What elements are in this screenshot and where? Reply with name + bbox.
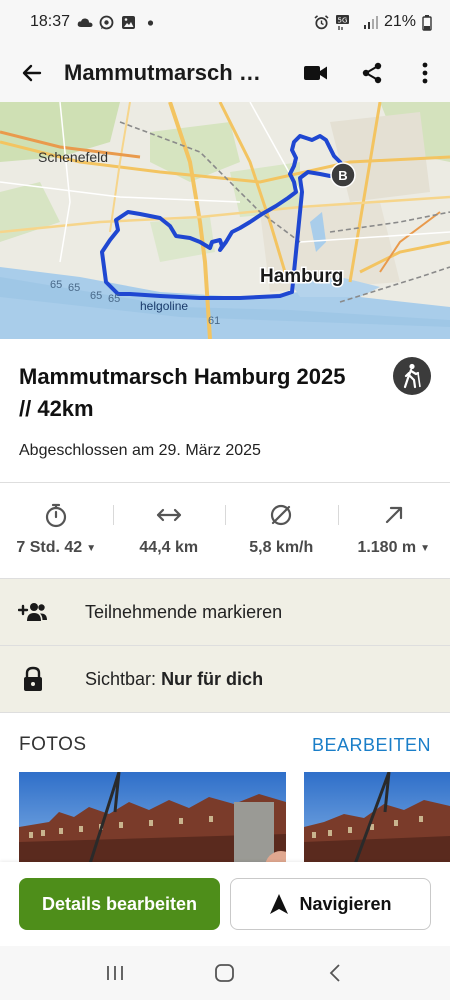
back-arrow-icon xyxy=(22,64,42,82)
chevron-left-icon xyxy=(329,964,340,982)
recent-apps-button[interactable] xyxy=(85,953,145,993)
photo-thumbnail[interactable] xyxy=(304,772,450,872)
map-label-road-65: 65 xyxy=(68,282,80,294)
system-nav-bar xyxy=(0,946,450,1000)
map-label-helgoline: helgoline xyxy=(140,299,188,313)
map-label-road-65: 65 xyxy=(108,293,120,305)
visibility-row[interactable]: Sichtbar: Nur für dich xyxy=(0,646,450,712)
battery-percentage: 21% xyxy=(383,13,416,30)
stat-speed: 5,8 km/h xyxy=(225,483,338,578)
cloud-icon xyxy=(77,15,93,30)
dropdown-caret-icon: ▼ xyxy=(86,542,97,554)
dropdown-caret-icon: ▼ xyxy=(420,542,431,554)
navigate-button[interactable]: Navigieren xyxy=(230,878,431,930)
battery-icon xyxy=(422,14,432,31)
more-options-button[interactable] xyxy=(400,44,450,102)
map-label-hamburg: Hamburg xyxy=(260,266,343,287)
home-icon xyxy=(215,964,234,982)
distance-icon xyxy=(155,501,183,529)
add-person-icon xyxy=(0,601,85,623)
photo-thumbnail[interactable] xyxy=(19,772,286,872)
status-bar: 18:37 5G 21% xyxy=(0,0,450,44)
map-label-road-65: 65 xyxy=(90,290,102,302)
stat-elevation[interactable]: 1.180 m ▼ xyxy=(337,483,450,578)
visibility-value: Nur für dich xyxy=(161,668,264,689)
alarm-icon xyxy=(314,14,329,30)
navigation-arrow-icon xyxy=(270,894,289,914)
gallery-icon xyxy=(121,15,136,30)
whatsapp-icon xyxy=(99,15,114,30)
recent-apps-icon xyxy=(107,966,123,980)
app-bar: Mammutmarsch Hamburg 2025 // 42km xyxy=(0,44,450,102)
photos-header: FOTOS BEARBEITEN xyxy=(19,734,431,756)
lock-icon xyxy=(0,666,85,692)
route-map[interactable]: B Schenefeld Hamburg helgoline 65 65 65 … xyxy=(0,102,450,339)
tag-participants-row[interactable]: Teilnehmende markieren xyxy=(0,579,450,645)
status-time: 18:37 xyxy=(30,13,71,30)
stopwatch-icon xyxy=(43,501,69,529)
tag-participants-label: Teilnehmende markieren xyxy=(85,601,283,622)
more-vert-icon xyxy=(422,62,428,84)
stat-duration[interactable]: 7 Std. 42 ▼ xyxy=(0,483,113,578)
elevation-up-icon xyxy=(381,501,407,529)
stat-speed-value: 5,8 km/h xyxy=(249,539,314,556)
divider xyxy=(0,712,450,713)
stat-elevation-value: 1.180 m xyxy=(357,539,417,556)
tour-stats: 7 Std. 42 ▼ 44,4 km 5,8 km/h 1.180 m ▼ xyxy=(0,483,450,578)
stat-distance: 44,4 km xyxy=(112,483,226,578)
page-title: Mammutmarsch Hamburg 2025 // 42km xyxy=(64,60,264,85)
visibility-label: Sichtbar: xyxy=(85,668,157,689)
video-button[interactable] xyxy=(288,44,344,102)
map-label-road-61: 61 xyxy=(208,315,220,327)
bottom-action-bar: Details bearbeiten Navigieren xyxy=(0,862,450,946)
edit-details-button[interactable]: Details bearbeiten xyxy=(19,878,220,930)
tour-title: Mammutmarsch Hamburg 2025 // 42km xyxy=(19,364,346,421)
map-label-road-65: 65 xyxy=(50,279,62,291)
back-button[interactable] xyxy=(0,44,64,102)
hiking-icon[interactable] xyxy=(393,357,431,395)
tour-header: Mammutmarsch Hamburg 2025 // 42km Abgesc… xyxy=(0,339,450,482)
dot-icon xyxy=(143,15,158,30)
system-back-button[interactable] xyxy=(305,953,365,993)
stat-distance-value: 44,4 km xyxy=(139,539,199,556)
average-speed-icon xyxy=(268,501,294,529)
map-label-schenefeld: Schenefeld xyxy=(38,149,108,165)
share-icon xyxy=(362,62,382,84)
map-marker-b[interactable]: B xyxy=(338,168,347,183)
photos-edit-button[interactable]: BEARBEITEN xyxy=(312,735,431,756)
navigate-button-label: Navigieren xyxy=(299,893,392,914)
completed-date: Abgeschlossen am 29. März 2025 xyxy=(19,442,261,459)
5g-icon: 5G xyxy=(335,14,357,30)
photos-title: FOTOS xyxy=(19,734,87,755)
share-button[interactable] xyxy=(344,44,400,102)
svg-text:5G: 5G xyxy=(338,16,348,24)
signal-icon xyxy=(363,15,378,30)
video-icon xyxy=(304,66,327,80)
stat-duration-value: 7 Std. 42 xyxy=(16,539,83,556)
home-button[interactable] xyxy=(195,953,255,993)
